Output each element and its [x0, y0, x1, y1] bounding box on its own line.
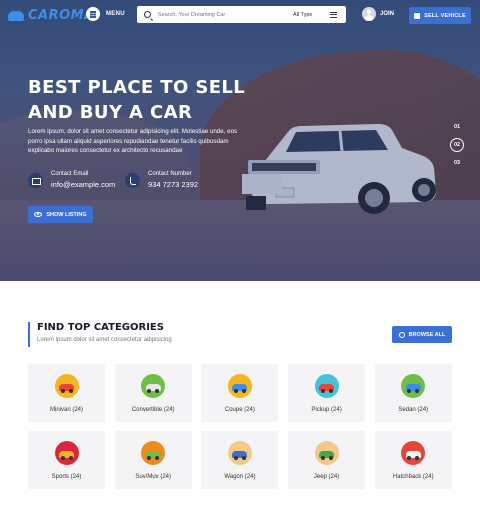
contact-number: Contact Number 934 7273 2392 — [125, 170, 198, 190]
hero-description: Lorem ipsum, dolor sit amet consectetur … — [28, 128, 238, 155]
join-label: JOIN — [380, 11, 395, 17]
category-name: Suv/Muv (24) — [135, 474, 172, 480]
category-card-sports[interactable]: Sports (24) — [28, 431, 105, 489]
search-bar: All Type — [137, 6, 346, 23]
category-card-pickup[interactable]: Pickup (24) — [288, 364, 366, 422]
category-name: Wagon (24) — [224, 474, 256, 480]
browse-all-label: BROWSE ALL — [408, 331, 446, 338]
category-card-sedan[interactable]: Sedan (24) — [374, 364, 452, 422]
contact-email-value[interactable]: info@example.com — [51, 179, 115, 190]
phone-icon — [125, 172, 140, 188]
category-name: Minivan (24) — [49, 407, 83, 413]
contact-number-value[interactable]: 934 7273 2392 — [148, 179, 198, 190]
show-listing-label: SHOW LISTING — [46, 211, 87, 218]
wagon-icon — [227, 441, 252, 465]
contact-email: Contact Email info@example.com — [28, 170, 115, 190]
eye-icon — [34, 212, 43, 217]
categories-title: FIND TOP CATEGORIES — [37, 322, 164, 333]
categories-subtitle: Lorem ipsum dolor sit amet consectetur a… — [37, 337, 172, 343]
search-input[interactable] — [158, 11, 278, 18]
brand-logo[interactable]: CAROMA — [8, 8, 95, 23]
hatchback-icon — [401, 441, 426, 465]
browse-all-button[interactable]: BROWSE ALL — [392, 326, 452, 343]
avatar-icon — [362, 7, 376, 21]
category-name: Convertible (24) — [131, 407, 175, 413]
category-name: Coupe (24) — [224, 407, 255, 413]
contact-number-label: Contact Number — [148, 171, 192, 177]
minivan-icon — [54, 374, 79, 398]
category-card-suv[interactable]: Suv/Muv (24) — [114, 431, 192, 489]
category-name: Sedan (24) — [398, 407, 429, 413]
category-name: Pickup (24) — [311, 407, 342, 413]
category-name: Sports (24) — [51, 474, 82, 480]
filter-icon[interactable] — [330, 11, 338, 18]
slide-dot-2[interactable]: 02 — [450, 138, 464, 152]
type-select[interactable]: All Type — [293, 12, 312, 18]
logo-car-icon — [8, 10, 24, 21]
join-button[interactable]: JOIN — [362, 7, 394, 21]
convertible-icon — [141, 374, 166, 398]
category-name: Hatchback (24) — [392, 474, 434, 480]
categories-header: FIND TOP CATEGORIES Lorem ipsum dolor si… — [28, 322, 172, 347]
hero-title-line2: AND BUY A CAR — [28, 102, 193, 123]
email-icon — [28, 172, 43, 188]
category-card-coupe[interactable]: Coupe (24) — [201, 364, 279, 422]
suv-icon — [141, 441, 166, 465]
search-icon — [144, 11, 151, 18]
slide-indicator: 01 02 03 — [450, 121, 464, 169]
pickup-icon — [314, 374, 339, 398]
menu-button[interactable]: MENU — [86, 7, 125, 21]
sell-vehicle-button[interactable]: SELL VEHICLE — [409, 7, 471, 24]
show-listing-button[interactable]: SHOW LISTING — [28, 206, 93, 223]
category-card-hatchback[interactable]: Hatchback (24) — [374, 431, 452, 489]
menu-icon — [86, 7, 100, 21]
hero-title-line1: BEST PLACE TO SELL — [28, 77, 246, 98]
hero-title: BEST PLACE TO SELL AND BUY A CAR — [28, 75, 258, 125]
coupe-icon — [227, 374, 252, 398]
category-card-wagon[interactable]: Wagon (24) — [201, 431, 279, 489]
category-card-convertible[interactable]: Convertible (24) — [114, 364, 192, 422]
category-name: Jeep (24) — [313, 474, 340, 480]
brand-name: CAROMA — [28, 8, 95, 23]
menu-label: MENU — [106, 11, 125, 17]
contact-email-label: Contact Email — [51, 171, 89, 177]
category-card-jeep[interactable]: Jeep (24) — [288, 431, 366, 489]
slide-dot-1[interactable]: 01 — [451, 121, 463, 133]
category-grid: Minivan (24) Convertible (24) Coupe (24)… — [28, 364, 452, 489]
category-card-minivan[interactable]: Minivan (24) — [28, 364, 105, 422]
browse-icon — [398, 331, 405, 338]
sell-vehicle-icon — [414, 12, 421, 19]
slide-dot-3[interactable]: 03 — [451, 157, 463, 169]
sports-car-icon — [54, 441, 79, 465]
sell-vehicle-label: SELL VEHICLE — [424, 12, 466, 19]
sedan-icon — [401, 374, 426, 398]
jeep-icon — [314, 441, 339, 465]
